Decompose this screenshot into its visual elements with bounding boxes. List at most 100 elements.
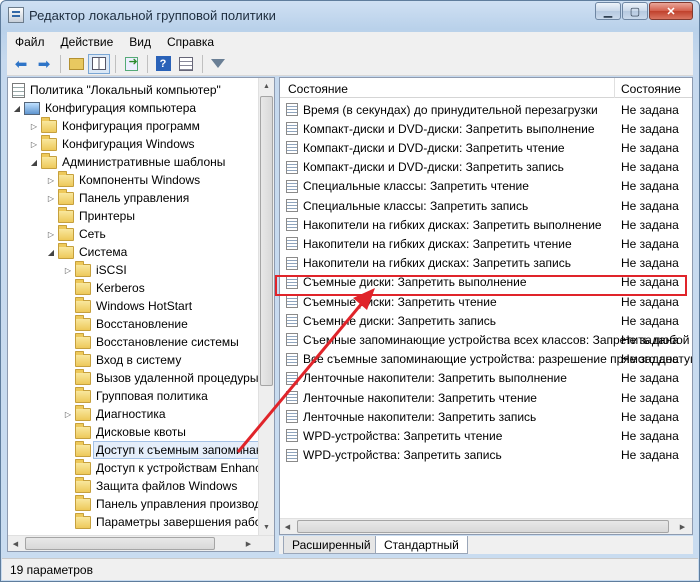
menu-help[interactable]: Справка bbox=[159, 35, 222, 49]
collapsed-arrow-icon[interactable]: ▷ bbox=[46, 176, 56, 185]
tree-item[interactable]: Защита файлов Windows bbox=[63, 476, 239, 495]
tree-item[interactable]: ▷ iSCSI bbox=[63, 260, 129, 279]
tree-item[interactable]: ◢ Система bbox=[46, 242, 129, 261]
list-row[interactable]: Компакт-диски и DVD-диски: Запретить чте… bbox=[280, 138, 692, 157]
close-button[interactable]: ✕ bbox=[649, 2, 693, 20]
list-row[interactable]: Ленточные накопители: Запретить выполнен… bbox=[280, 369, 692, 388]
scroll-left-arrow-icon[interactable]: ◀ bbox=[8, 536, 23, 551]
scroll-right-arrow-icon[interactable]: ▶ bbox=[675, 519, 690, 534]
menu-file[interactable]: Файл bbox=[7, 35, 53, 49]
scroll-right-arrow-icon[interactable]: ▶ bbox=[241, 536, 256, 551]
tree-item[interactable]: ▷ Компоненты Windows bbox=[46, 170, 202, 189]
tree-scroll-thumb[interactable] bbox=[260, 96, 273, 386]
title-bar[interactable]: Редактор локальной групповой политики ▁ … bbox=[1, 1, 699, 29]
tree-pane[interactable]: Политика "Локальный компьютер" ◢ Конфигура… bbox=[7, 77, 275, 552]
tree-item[interactable]: Восстановление системы bbox=[63, 332, 241, 351]
tree-item[interactable]: ▷ Конфигурация Windows bbox=[29, 134, 197, 153]
help-button[interactable]: ? bbox=[152, 54, 174, 74]
list-row[interactable]: Ленточные накопители: Запретить запись Не… bbox=[280, 407, 692, 426]
column-separator[interactable] bbox=[614, 78, 615, 98]
tree-item[interactable]: Панель управления производительностью bbox=[63, 494, 274, 513]
tree-item[interactable]: Вход в систему bbox=[63, 350, 183, 369]
column-header-name[interactable]: Состояние bbox=[288, 82, 348, 96]
tree-item[interactable]: Дисковые квоты bbox=[63, 422, 188, 441]
forward-button[interactable]: ➡ bbox=[33, 54, 55, 74]
tree-item[interactable]: Вызов удаленной процедуры bbox=[63, 368, 260, 387]
tree-item[interactable]: ▷ Панель управления bbox=[46, 188, 191, 207]
list-row[interactable]: Съемные диски: Запретить запись Не задана bbox=[280, 311, 692, 330]
tree-horizontal-scrollbar[interactable]: ◀ ▶ bbox=[8, 535, 274, 551]
menu-action[interactable]: Действие bbox=[53, 35, 122, 49]
tree-item[interactable]: ◢ Административные шаблоны bbox=[29, 152, 227, 171]
list-row[interactable]: WPD-устройства: Запретить запись Не задан… bbox=[280, 446, 692, 465]
tree-item[interactable]: Принтеры bbox=[46, 206, 137, 225]
list-row[interactable]: Съемные запоминающие устройства всех кла… bbox=[280, 330, 692, 349]
collapsed-arrow-icon[interactable]: ▷ bbox=[29, 140, 39, 149]
tree-item[interactable]: Параметры завершения работы bbox=[63, 512, 274, 531]
tree-item[interactable]: Доступ к устройствам Enhanced Storage bbox=[63, 458, 274, 477]
setting-state: Не задана bbox=[621, 409, 679, 424]
list-horizontal-scrollbar[interactable]: ◀ ▶ bbox=[280, 518, 692, 534]
scroll-left-arrow-icon[interactable]: ◀ bbox=[280, 519, 295, 534]
list-row[interactable]: Накопители на гибких дисках: Запретить з… bbox=[280, 254, 692, 273]
expanded-arrow-icon[interactable]: ◢ bbox=[12, 104, 22, 113]
list-row[interactable]: WPD-устройства: Запретить чтение Не задан… bbox=[280, 426, 692, 445]
up-button[interactable] bbox=[65, 54, 87, 74]
collapsed-arrow-icon[interactable]: ▷ bbox=[63, 410, 73, 419]
collapsed-arrow-icon[interactable]: ▷ bbox=[46, 194, 56, 203]
tree-item[interactable]: ▷ Конфигурация программ bbox=[29, 116, 202, 135]
list-hscroll-thumb[interactable] bbox=[297, 520, 669, 533]
collapsed-arrow-icon[interactable]: ▷ bbox=[29, 122, 39, 131]
folder-icon bbox=[75, 512, 91, 529]
list-row[interactable]: Компакт-диски и DVD-диски: Запретить вып… bbox=[280, 119, 692, 138]
maximize-button[interactable]: ▢ bbox=[622, 2, 648, 20]
list-row-highlighted[interactable]: Съемные диски: Запретить выполнение Не за… bbox=[280, 273, 692, 292]
tree-root[interactable]: Политика "Локальный компьютер" bbox=[10, 81, 223, 99]
back-button[interactable]: ⬅ bbox=[10, 54, 32, 74]
tree-hscroll-thumb[interactable] bbox=[25, 537, 215, 550]
folder-icon bbox=[75, 386, 91, 403]
status-text: 19 параметров bbox=[10, 563, 93, 577]
show-tree-button[interactable] bbox=[88, 53, 110, 74]
menu-view[interactable]: Вид bbox=[121, 35, 159, 49]
setting-state: Не задана bbox=[621, 160, 679, 175]
expanded-arrow-icon[interactable]: ◢ bbox=[46, 248, 56, 257]
tree-item-label: Вход в систему bbox=[96, 353, 182, 367]
list-row[interactable]: Все съемные запоминающие устройства: раз… bbox=[280, 350, 692, 369]
tree-item-label: Защита файлов Windows bbox=[96, 479, 238, 493]
list-row[interactable]: Время (в секундах) до принудительной пер… bbox=[280, 100, 692, 119]
tree-item[interactable]: ▷ Диагностика bbox=[63, 404, 168, 423]
view-tabs: Расширенный Стандартный bbox=[279, 536, 693, 554]
tree-item[interactable]: ▷ Сеть bbox=[46, 224, 108, 243]
list-row[interactable]: Компакт-диски и DVD-диски: Запретить зап… bbox=[280, 158, 692, 177]
list-row[interactable]: Ленточные накопители: Запретить чтение Не… bbox=[280, 388, 692, 407]
collapsed-arrow-icon[interactable]: ▷ bbox=[46, 230, 56, 239]
settings-list-pane[interactable]: Состояние Состояние Время (в секундах) д… bbox=[279, 77, 693, 535]
tree-vertical-scrollbar[interactable]: ▲ ▼ bbox=[258, 78, 274, 551]
tab-standard[interactable]: Стандартный bbox=[375, 536, 468, 554]
scroll-down-arrow-icon[interactable]: ▼ bbox=[259, 519, 274, 535]
expanded-arrow-icon[interactable]: ◢ bbox=[29, 158, 39, 167]
minimize-button[interactable]: ▁ bbox=[595, 2, 621, 20]
tree-item[interactable]: Доступ к съемным запоминающим устройства… bbox=[63, 440, 274, 459]
tree-item[interactable]: Групповая политика bbox=[63, 386, 210, 405]
list-row[interactable]: Специальные классы: Запретить запись Не з… bbox=[280, 196, 692, 215]
list-row[interactable]: Накопители на гибких дисках: Запретить в… bbox=[280, 215, 692, 234]
tab-extended[interactable]: Расширенный bbox=[283, 536, 380, 554]
collapsed-arrow-icon[interactable]: ▷ bbox=[63, 266, 73, 275]
tree-item[interactable]: Windows HotStart bbox=[63, 296, 194, 315]
setting-icon bbox=[286, 333, 298, 347]
toolbar-separator bbox=[147, 54, 148, 73]
filter-button[interactable] bbox=[207, 54, 229, 74]
list-row[interactable]: Накопители на гибких дисках: Запретить ч… bbox=[280, 234, 692, 253]
list-row[interactable]: Специальные классы: Запретить чтение Не з… bbox=[280, 177, 692, 196]
tree-item[interactable]: Kerberos bbox=[63, 278, 147, 297]
export-button[interactable] bbox=[120, 54, 142, 74]
toolbar-separator bbox=[202, 54, 203, 73]
tree-item[interactable]: Восстановление bbox=[63, 314, 190, 333]
tree-item[interactable]: ◢ Конфигурация компьютера bbox=[12, 99, 198, 117]
properties-button[interactable] bbox=[175, 54, 197, 74]
scroll-up-arrow-icon[interactable]: ▲ bbox=[259, 78, 274, 94]
list-row[interactable]: Съемные диски: Запретить чтение Не задана bbox=[280, 292, 692, 311]
column-header-state[interactable]: Состояние bbox=[621, 82, 681, 96]
